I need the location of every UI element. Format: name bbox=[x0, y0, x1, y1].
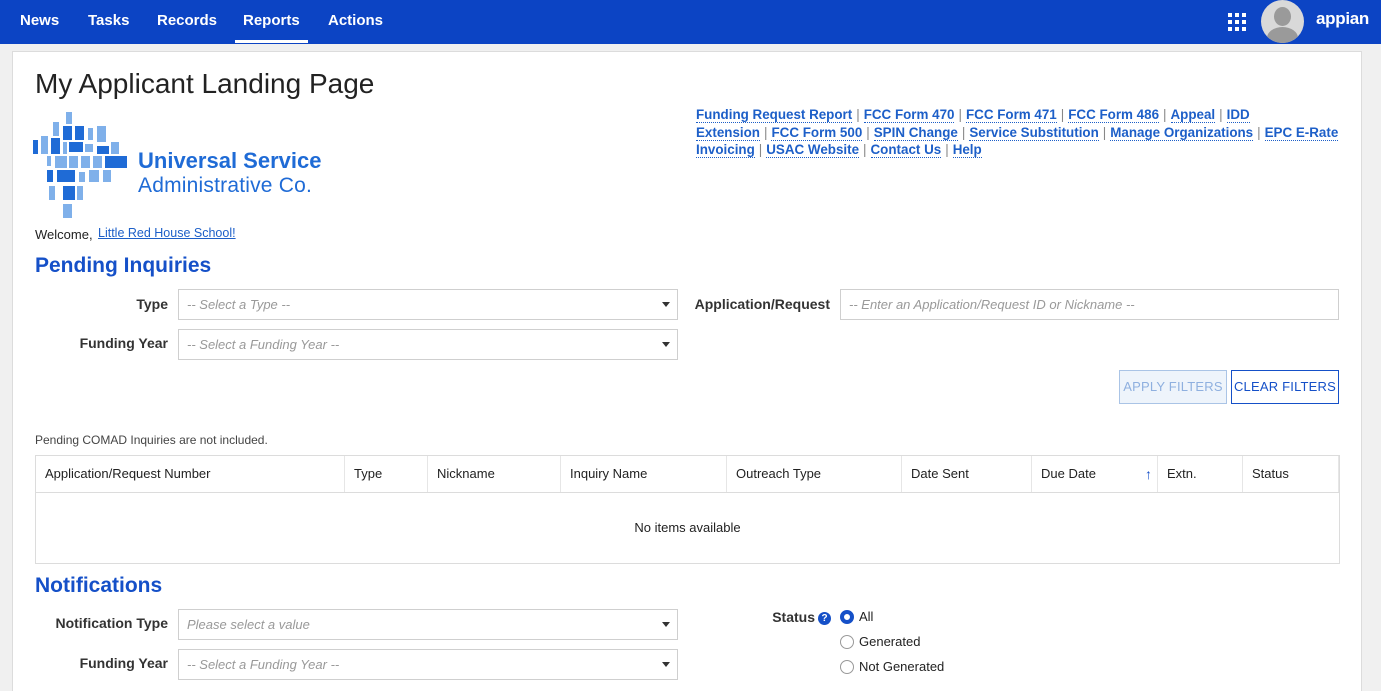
notification-type-label: Notification Type bbox=[55, 615, 168, 631]
notifications-title: Notifications bbox=[35, 574, 163, 597]
column-header-due-date[interactable]: Due Date ↑ bbox=[1032, 456, 1158, 492]
type-select-placeholder: -- Select a Type -- bbox=[187, 297, 291, 312]
type-label: Type bbox=[136, 296, 168, 312]
empty-table-message: No items available bbox=[634, 520, 741, 535]
column-header-inquiry-name[interactable]: Inquiry Name bbox=[561, 456, 727, 492]
application-request-label: Application/Request bbox=[694, 296, 830, 312]
help-icon[interactable]: ? bbox=[818, 612, 831, 625]
status-option-generated-label[interactable]: Generated bbox=[859, 634, 920, 649]
funding-year-select-placeholder: -- Select a Funding Year -- bbox=[187, 337, 340, 352]
pending-inquiries-title: Pending Inquiries bbox=[35, 254, 212, 277]
chevron-down-icon bbox=[662, 342, 670, 347]
link-manage-organizations[interactable]: Manage Organizations bbox=[1110, 124, 1254, 141]
quick-links: Funding Request Report | FCC Form 470 | FCC … bbox=[696, 107, 1339, 159]
notifications-funding-year-label: Funding Year bbox=[79, 655, 168, 671]
appian-logo: appian bbox=[1316, 9, 1369, 28]
link-fcc-form-470[interactable]: FCC Form 470 bbox=[863, 107, 955, 123]
column-header-extn[interactable]: Extn. bbox=[1158, 456, 1243, 492]
link-fcc-form-500[interactable]: FCC Form 500 bbox=[771, 124, 863, 141]
main-content-card: My Applicant Landing Page Universal Serv… bbox=[12, 51, 1362, 691]
column-header-status[interactable]: Status bbox=[1243, 456, 1339, 492]
usac-logo-icon bbox=[33, 112, 127, 218]
link-contact-us[interactable]: Contact Us bbox=[870, 142, 942, 159]
top-navigation-bar: News Tasks Records Reports Actions appia… bbox=[0, 0, 1381, 44]
link-fcc-form-486[interactable]: FCC Form 486 bbox=[1068, 107, 1160, 123]
logo-text-line1: Universal Service bbox=[138, 148, 322, 173]
notifications-funding-year-placeholder: -- Select a Funding Year -- bbox=[187, 657, 340, 672]
chevron-down-icon bbox=[662, 622, 670, 627]
application-request-placeholder: -- Enter an Application/Request ID or Ni… bbox=[849, 297, 1135, 312]
welcome-text: Welcome, bbox=[35, 227, 93, 242]
notifications-funding-year-select[interactable]: -- Select a Funding Year -- bbox=[178, 649, 678, 680]
sort-ascending-icon[interactable]: ↑ bbox=[1145, 456, 1152, 492]
page-title: My Applicant Landing Page bbox=[35, 68, 375, 99]
nav-tab-tasks[interactable]: Tasks bbox=[86, 0, 131, 44]
funding-year-select[interactable]: -- Select a Funding Year -- bbox=[178, 329, 678, 360]
notification-type-placeholder: Please select a value bbox=[187, 617, 310, 632]
grid-icon[interactable] bbox=[1228, 13, 1246, 31]
column-header-outreach-type[interactable]: Outreach Type bbox=[727, 456, 902, 492]
status-option-all-label[interactable]: All bbox=[859, 609, 873, 624]
status-radio-not-generated[interactable] bbox=[840, 660, 854, 674]
link-fcc-form-471[interactable]: FCC Form 471 bbox=[965, 107, 1057, 123]
apply-filters-button[interactable]: APPLY FILTERS bbox=[1119, 370, 1227, 404]
column-header-nickname[interactable]: Nickname bbox=[428, 456, 561, 492]
link-spin-change[interactable]: SPIN Change bbox=[873, 124, 958, 141]
column-header-date-sent[interactable]: Date Sent bbox=[902, 456, 1032, 492]
link-appeal[interactable]: Appeal bbox=[1170, 107, 1216, 123]
status-radio-all[interactable] bbox=[840, 610, 854, 624]
link-service-substitution[interactable]: Service Substitution bbox=[969, 124, 1099, 141]
user-avatar-icon[interactable] bbox=[1261, 0, 1304, 43]
status-label: Status bbox=[772, 609, 815, 625]
link-help[interactable]: Help bbox=[952, 142, 982, 159]
nav-tab-news[interactable]: News bbox=[18, 0, 61, 44]
link-usac-website[interactable]: USAC Website bbox=[766, 142, 860, 159]
notification-type-select[interactable]: Please select a value bbox=[178, 609, 678, 640]
nav-tab-actions[interactable]: Actions bbox=[326, 0, 385, 44]
comad-note: Pending COMAD Inquiries are not included… bbox=[35, 433, 268, 447]
application-request-input[interactable]: -- Enter an Application/Request ID or Ni… bbox=[840, 289, 1339, 320]
clear-filters-button[interactable]: CLEAR FILTERS bbox=[1231, 370, 1339, 404]
link-funding-request-report[interactable]: Funding Request Report bbox=[696, 107, 853, 123]
chevron-down-icon bbox=[662, 302, 670, 307]
nav-tab-records[interactable]: Records bbox=[155, 0, 219, 44]
status-option-not-generated-label[interactable]: Not Generated bbox=[859, 659, 944, 674]
organization-link[interactable]: Little Red House School! bbox=[98, 226, 236, 240]
logo-text-line2: Administrative Co. bbox=[138, 174, 312, 197]
column-header-application-request-number[interactable]: Application/Request Number bbox=[36, 456, 345, 492]
funding-year-label: Funding Year bbox=[79, 335, 168, 351]
type-select[interactable]: -- Select a Type -- bbox=[178, 289, 678, 320]
chevron-down-icon bbox=[662, 662, 670, 667]
column-header-type[interactable]: Type bbox=[345, 456, 428, 492]
status-radio-generated[interactable] bbox=[840, 635, 854, 649]
nav-tab-reports[interactable]: Reports bbox=[235, 0, 308, 44]
due-date-label: Due Date bbox=[1041, 466, 1096, 481]
pending-inquiries-table: Application/Request Number Type Nickname… bbox=[35, 455, 1340, 564]
